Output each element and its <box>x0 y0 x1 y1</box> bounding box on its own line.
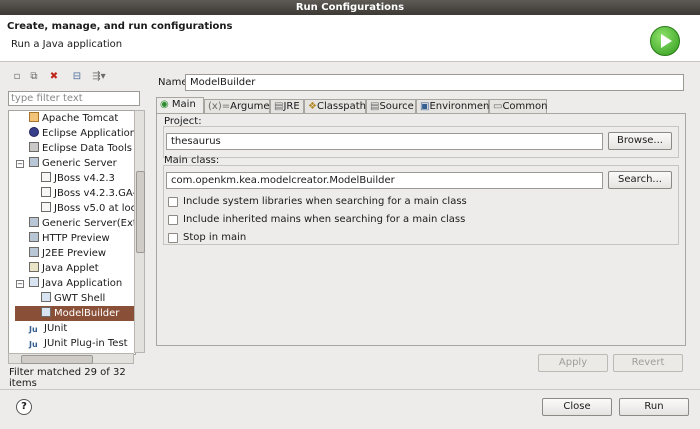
tree-item-generic-server[interactable]: Generic Server <box>29 156 117 171</box>
project-input[interactable]: thesaurus <box>166 133 603 150</box>
tree-item-eclipse-application[interactable]: Eclipse Application <box>29 126 135 141</box>
tree-item-jboss-423[interactable]: JBoss v4.2.3 <box>41 171 115 186</box>
java-app-icon <box>41 307 51 317</box>
main-tab-panel: Project: thesaurus Browse... Main class:… <box>156 113 686 346</box>
new-config-icon[interactable]: ▫ <box>10 70 24 84</box>
include-system-libraries-checkbox[interactable] <box>168 197 178 207</box>
separator <box>0 389 700 390</box>
filter-icon[interactable]: ⇶▾ <box>88 70 110 84</box>
tree-item-jboss-423-ga[interactable]: JBoss v4.2.3.GA-O <box>41 186 135 201</box>
include-inherited-mains-label: Include inherited mains when searching f… <box>183 214 466 225</box>
tree-item-gwt-shell[interactable]: GWT Shell <box>41 291 105 306</box>
tree-item-eclipse-data-tools[interactable]: Eclipse Data Tools <box>29 141 132 156</box>
document-icon <box>41 172 51 182</box>
revert-button[interactable]: Revert <box>613 354 683 372</box>
tree-item-http-preview[interactable]: HTTP Preview <box>29 231 110 246</box>
header-title: Create, manage, and run configurations <box>7 21 233 32</box>
scrollbar-thumb[interactable] <box>21 355 93 364</box>
tree-item-j2ee-preview[interactable]: J2EE Preview <box>29 246 106 261</box>
run-banner-icon <box>650 26 680 56</box>
collapse-generic-server-icon[interactable]: − <box>16 160 24 168</box>
include-system-libraries-label: Include system libraries when searching … <box>183 196 467 207</box>
database-icon <box>29 142 39 152</box>
browse-button[interactable]: Browse... <box>608 132 672 150</box>
tree-item-generic-server-extended[interactable]: Generic Server(Exten <box>29 216 135 231</box>
delete-icon[interactable]: ✖ <box>47 70 61 84</box>
tab-common[interactable]: ▭Common <box>489 99 548 113</box>
include-inherited-mains-checkbox[interactable] <box>168 215 178 225</box>
main-class-input[interactable]: com.openkm.kea.modelcreator.ModelBuilder <box>166 172 603 189</box>
java-app-icon <box>29 277 39 287</box>
tomcat-icon <box>29 112 39 122</box>
server-icon <box>29 232 39 242</box>
main-tab-icon: ◉ <box>160 99 169 110</box>
tab-arguments[interactable]: (x)=Arguments <box>204 99 285 113</box>
filter-status: Filter matched 29 of 32 items <box>9 367 126 389</box>
eclipse-icon <box>29 127 39 137</box>
tree-item-junit[interactable]: Ju JUnit <box>29 321 67 336</box>
tab-classpath[interactable]: ❖Classpath <box>304 99 366 113</box>
window-title: Run Configurations <box>0 0 700 15</box>
document-icon <box>41 202 51 212</box>
java-app-icon <box>41 292 51 302</box>
document-icon <box>41 187 51 197</box>
tree-vertical-scrollbar[interactable] <box>134 110 145 353</box>
name-input[interactable]: ModelBuilder <box>185 74 684 91</box>
scrollbar-thumb[interactable] <box>136 171 145 253</box>
run-button[interactable]: Run <box>619 398 689 416</box>
configuration-tree[interactable]: Apache Tomcat Eclipse Application Eclips… <box>8 110 136 355</box>
tree-item-java-application[interactable]: Java Application <box>29 276 122 291</box>
configuration-editor: Name: ModelBuilder ◉ Main (x)=Arguments … <box>150 67 694 384</box>
configuration-list-panel: ▫ ⧉ ✖ ⊟ ⇶▾ type filter text Apache Tomca… <box>6 67 145 389</box>
config-tabs: ◉ Main (x)=Arguments ▤JRE ❖Classpath ▤So… <box>156 97 686 114</box>
apply-button[interactable]: Apply <box>538 354 608 372</box>
collapse-all-icon[interactable]: ⊟ <box>70 70 84 84</box>
tab-jre[interactable]: ▤JRE <box>270 99 304 113</box>
server-icon <box>29 157 39 167</box>
tab-main[interactable]: ◉ Main <box>156 97 204 114</box>
left-toolbar: ▫ ⧉ ✖ ⊟ ⇶▾ <box>6 67 145 87</box>
duplicate-icon[interactable]: ⧉ <box>27 70 41 84</box>
server-icon <box>29 247 39 257</box>
server-icon <box>29 217 39 227</box>
dialog-header: Create, manage, and run configurations R… <box>0 15 700 62</box>
tree-item-jboss-50[interactable]: JBoss v5.0 at local <box>41 201 135 216</box>
tree-item-junit-plugin-test[interactable]: Ju JUnit Plug-in Test <box>29 336 128 351</box>
help-icon[interactable]: ? <box>16 399 32 415</box>
tree-horizontal-scrollbar[interactable] <box>8 353 134 364</box>
classpath-icon: ❖ <box>308 101 317 112</box>
collapse-java-application-icon[interactable]: − <box>16 280 24 288</box>
tree-item-java-applet[interactable]: Java Applet <box>29 261 99 276</box>
junit-icon: Ju <box>29 322 41 334</box>
applet-icon <box>29 262 39 272</box>
tree-item-modelbuilder[interactable]: ModelBuilder <box>15 306 135 321</box>
close-button[interactable]: Close <box>542 398 612 416</box>
tab-source[interactable]: ▤Source <box>366 99 416 113</box>
header-subtitle: Run a Java application <box>11 39 123 50</box>
tree-item-apache-tomcat[interactable]: Apache Tomcat <box>29 111 118 126</box>
search-button[interactable]: Search... <box>608 171 672 189</box>
tab-environment[interactable]: ▣Environment <box>416 99 493 113</box>
junit-icon: Ju <box>29 337 41 349</box>
stop-in-main-label: Stop in main <box>183 232 247 243</box>
filter-input[interactable]: type filter text <box>8 91 140 106</box>
stop-in-main-checkbox[interactable] <box>168 233 178 243</box>
arguments-icon: (x)= <box>208 101 231 112</box>
